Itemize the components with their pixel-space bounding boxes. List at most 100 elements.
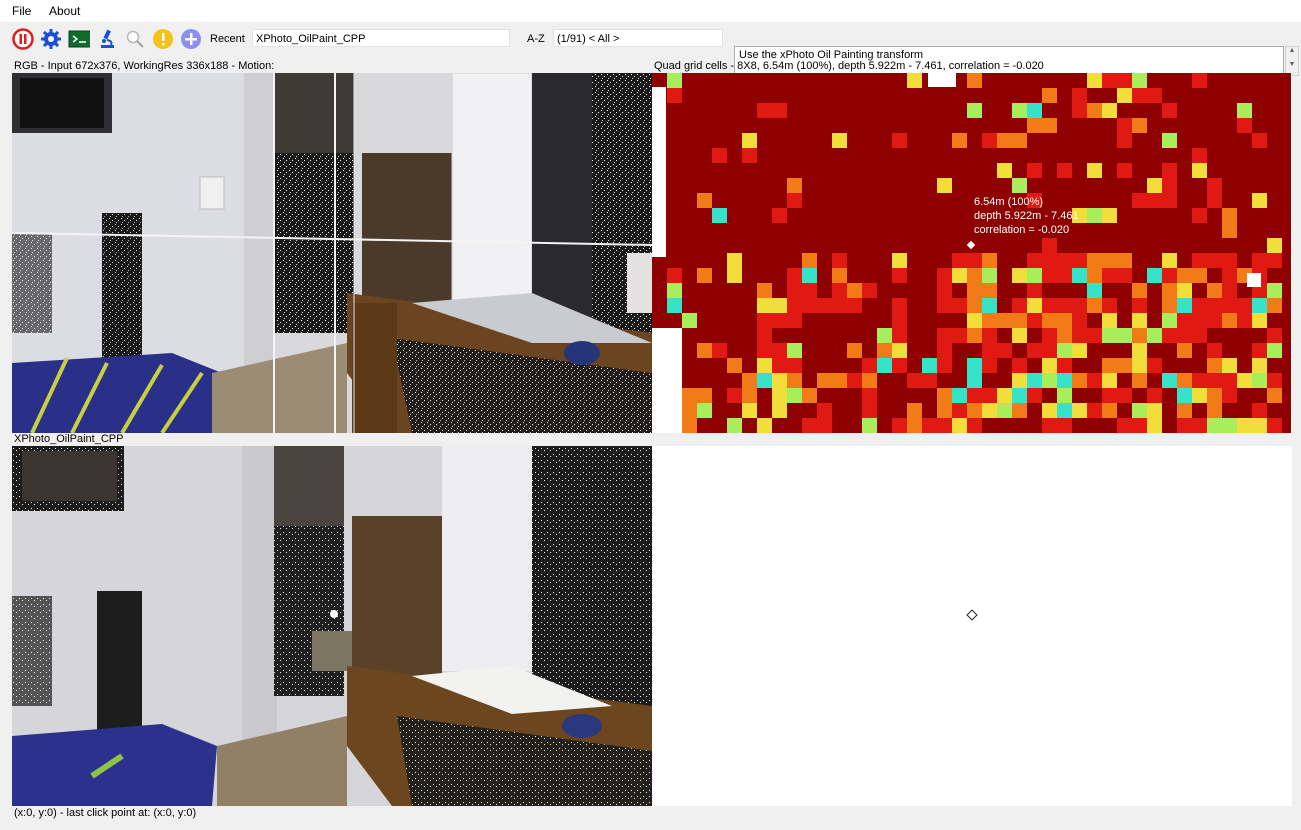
heatmap-cell: [1267, 418, 1282, 433]
heatmap-cell: [727, 388, 742, 403]
heatmap-cell: [1237, 418, 1252, 433]
heatmap-cell: [982, 403, 997, 418]
heatmap-cell: [712, 343, 727, 358]
heatmap-cell: [1207, 178, 1222, 193]
toolbar: Recent XPhoto_OilPaint_CPP A-Z (1/91) < …: [0, 22, 1301, 76]
terminal-icon[interactable]: [68, 28, 90, 50]
heatmap-cell: [1207, 253, 1222, 268]
heatmap-cell: [1027, 388, 1042, 403]
recent-algorithm-combo[interactable]: XPhoto_OilPaint_CPP: [252, 29, 510, 47]
heatmap-cell: [772, 298, 787, 313]
heatmap-cell: [1042, 298, 1057, 313]
heatmap-cell: [997, 163, 1012, 178]
heatmap-cell: [697, 193, 712, 208]
heatmap-cell: [1102, 253, 1117, 268]
algorithm-group-combo[interactable]: (1/91) < All >: [553, 29, 723, 47]
quad-grid-heatmap[interactable]: 6.54m (100%) depth 5.922m - 7.461 correl…: [652, 73, 1292, 433]
heatmap-cell: [1027, 343, 1042, 358]
heatmap-cell: [1252, 253, 1267, 268]
heatmap-cell: [1177, 283, 1192, 298]
description-scrollbar[interactable]: ▲ ▼: [1285, 46, 1299, 76]
heatmap-cell: [1072, 253, 1087, 268]
heatmap-cell: [1117, 253, 1132, 268]
heatmap-cell: [1102, 73, 1117, 88]
heatmap-cell: [997, 343, 1012, 358]
heatmap-cell: [1147, 178, 1162, 193]
heatmap-cell: [682, 313, 697, 328]
heatmap-cell: [1132, 418, 1147, 433]
heatmap-marker-right: [1247, 273, 1261, 287]
rgb-input-image[interactable]: [12, 73, 652, 433]
empty-output-panel[interactable]: [652, 446, 1292, 806]
heatmap-cell: [1222, 373, 1237, 388]
heatmap-cell: [1027, 298, 1042, 313]
heatmap-cell: [1207, 403, 1222, 418]
heatmap-cell: [1267, 388, 1282, 403]
heatmap-cell: [832, 133, 847, 148]
heatmap-cell: [1027, 118, 1042, 133]
oil-paint-output-image[interactable]: [12, 446, 652, 806]
heatmap-cell: [952, 403, 967, 418]
heatmap-cell: [1192, 298, 1207, 313]
heatmap-cell: [772, 388, 787, 403]
heatmap-cell: [1147, 418, 1162, 433]
heatmap-cell: [1237, 373, 1252, 388]
settings-gear-icon[interactable]: [40, 28, 62, 50]
heatmap-cell: [1102, 403, 1117, 418]
heatmap-cell: [1237, 118, 1252, 133]
heatmap-cell: [1117, 358, 1132, 373]
magnifier-icon[interactable]: [124, 28, 146, 50]
heatmap-cell: [1057, 373, 1072, 388]
heatmap-cell: [1252, 373, 1267, 388]
microscope-icon[interactable]: [96, 28, 118, 50]
heatmap-cell: [1012, 133, 1027, 148]
heatmap-cell: [832, 373, 847, 388]
heatmap-cell: [892, 328, 907, 343]
heatmap-cell: [1222, 283, 1237, 298]
heatmap-cell: [1042, 88, 1057, 103]
menu-about[interactable]: About: [49, 4, 80, 18]
heatmap-cell: [1057, 163, 1072, 178]
heatmap-cell: [1072, 328, 1087, 343]
heatmap-cell: [1072, 103, 1087, 118]
heatmap-cell: [772, 343, 787, 358]
menu-file[interactable]: File: [12, 4, 31, 18]
heatmap-cell: [1072, 268, 1087, 283]
heatmap-cell: [727, 268, 742, 283]
heatmap-cell: [832, 268, 847, 283]
heatmap-cell: [862, 418, 877, 433]
info-icon[interactable]: [152, 28, 174, 50]
heatmap-cell: [1072, 88, 1087, 103]
sort-az-button[interactable]: A-Z: [527, 33, 545, 45]
heatmap-cell: [1222, 268, 1237, 283]
heatmap-cell: [1252, 343, 1267, 358]
heatmap-cell: [802, 268, 817, 283]
heatmap-cell: [1042, 328, 1057, 343]
heatmap-cell: [997, 313, 1012, 328]
heatmap-cell: [1027, 163, 1042, 178]
heatmap-cell: [1177, 373, 1192, 388]
heatmap-cell: [1102, 358, 1117, 373]
heatmap-cell: [1027, 373, 1042, 388]
heatmap-cell: [937, 403, 952, 418]
heatmap-cell: [1252, 403, 1267, 418]
pause-icon[interactable]: [12, 28, 34, 50]
heatmap-cell: [922, 358, 937, 373]
heatmap-cell: [1192, 268, 1207, 283]
heatmap-cell: [1162, 103, 1177, 118]
heatmap-cell: [1102, 208, 1117, 223]
heatmap-cell: [1162, 163, 1177, 178]
heatmap-cell: [1252, 358, 1267, 373]
heatmap-cell: [1012, 178, 1027, 193]
heatmap-cell: [712, 148, 727, 163]
heatmap-cell: [1132, 343, 1147, 358]
add-icon[interactable]: [180, 28, 202, 50]
heatmap-cell: [1042, 118, 1057, 133]
heatmap-cell: [1207, 343, 1222, 358]
heatmap-cell: [1132, 313, 1147, 328]
heatmap-cell: [1087, 403, 1102, 418]
heatmap-cell: [817, 298, 832, 313]
heatmap-cell: [772, 208, 787, 223]
heatmap-cell: [982, 313, 997, 328]
tooltip-depth: depth 5.922m - 7.461: [974, 210, 1079, 222]
